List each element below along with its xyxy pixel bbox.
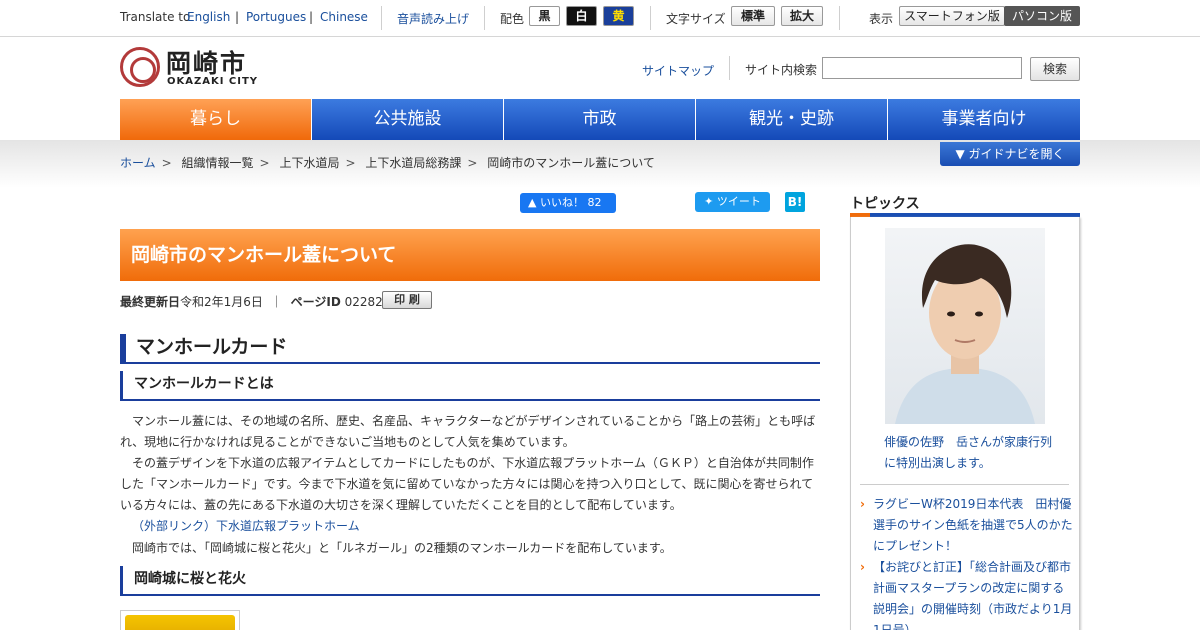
voice-reader-link[interactable]: 音声読み上げ xyxy=(397,10,469,27)
tweet-button[interactable]: ✦ ツイート xyxy=(695,192,770,212)
paragraph: その蓋デザインを下水道の広報アイテムとしてカードにしたものが、下水道広報プラット… xyxy=(120,456,814,512)
page-meta: 最終更新日令和2年1月6日 ｜ ページID 022824 xyxy=(120,293,390,310)
city-emblem-icon xyxy=(120,47,160,87)
page-title: 岡崎市のマンホール蓋について xyxy=(120,229,820,281)
manhole-card-image[interactable] xyxy=(120,610,240,630)
nav-tab-business[interactable]: 事業者向け xyxy=(888,99,1080,140)
breadcrumb: ホーム > 組織情報一覧 > 上下水道局 > 上下水道局総務課 > 岡崎市のマンホール蓋… xyxy=(120,154,659,171)
portrait-illustration xyxy=(895,244,1035,424)
topic-link[interactable]: › 【お詫びと訂正】「総合計画及び都市計画マスタープランの改定に関する説明会」の開… xyxy=(860,557,1075,630)
guide-navi-label: ガイドナビを開く xyxy=(968,147,1065,161)
breadcrumb-current: 岡崎市のマンホール蓋について xyxy=(487,156,655,170)
global-nav: 暮らし 公共施設 市政 観光・史跡 事業者向け xyxy=(120,99,1080,140)
utility-bar: Translate to English | Portugues | Chine… xyxy=(0,0,1200,37)
topic-link[interactable]: › ラグビーW杯2019日本代表 田村優選手のサイン色紙を抽選で5人のかたにプレゼ… xyxy=(860,494,1075,557)
lang-divider: | xyxy=(309,10,314,24)
logo-japanese: 岡崎市 xyxy=(166,49,248,78)
subsection-heading: 岡崎城に桜と花火 xyxy=(120,566,820,596)
guide-navi-button[interactable]: ▼ ガイドナビを開く xyxy=(940,142,1080,166)
lang-english-link[interactable]: English xyxy=(187,10,230,24)
nav-tab-city-government[interactable]: 市政 xyxy=(504,99,696,140)
divider xyxy=(484,6,485,30)
paragraph: 岡崎市では、「岡崎城に桜と花火」と「ルネガール」の2種類のマンホールカードを配布… xyxy=(132,541,672,555)
city-logo[interactable]: 岡崎市 OKAZAKI CITY xyxy=(120,47,260,89)
lang-divider: | xyxy=(235,10,240,24)
facebook-like-button[interactable]: ▲ いいね！ 82 xyxy=(520,193,616,213)
external-link-gkp[interactable]: （外部リンク）下水道広報プラットホーム xyxy=(132,517,360,534)
nav-tab-tourism[interactable]: 観光・史跡 xyxy=(696,99,888,140)
breadcrumb-separator: > xyxy=(467,156,478,170)
triangle-down-icon: ▼ xyxy=(955,147,969,161)
breadcrumb-separator: > xyxy=(345,156,356,170)
section-heading: マンホールカード xyxy=(120,334,820,364)
twitter-bird-icon: ✦ xyxy=(704,195,714,208)
meta-separator: ｜ xyxy=(270,295,283,309)
topics-divider xyxy=(860,484,1069,485)
tweet-label: ツイート xyxy=(716,195,761,208)
print-button[interactable]: 印 刷 xyxy=(382,291,432,309)
logo-english: OKAZAKI CITY xyxy=(167,76,259,87)
lang-portugues-link[interactable]: Portugues xyxy=(246,10,306,24)
nav-tab-living[interactable]: 暮らし xyxy=(120,99,312,140)
translate-label: Translate to xyxy=(120,10,191,24)
font-size-label: 文字サイズ xyxy=(666,12,726,26)
updated-label: 最終更新日 xyxy=(120,295,181,309)
divider xyxy=(381,6,382,30)
sitemap-link[interactable]: サイトマップ xyxy=(642,62,714,79)
topics-heading: トピックス xyxy=(850,196,920,212)
color-scheme-label: 配色 xyxy=(500,12,525,26)
smartphone-view-button[interactable]: スマートフォン版 xyxy=(899,6,1005,26)
breadcrumb-home[interactable]: ホーム xyxy=(120,156,156,170)
chevron-right-icon: › xyxy=(860,497,865,511)
thumbs-up-icon: ▲ xyxy=(528,196,537,209)
divider xyxy=(839,6,840,30)
breadcrumb-separator: > xyxy=(259,156,270,170)
breadcrumb-item[interactable]: 組織情報一覧 xyxy=(182,156,254,170)
chevron-right-icon: › xyxy=(860,560,865,574)
manhole-card-picture xyxy=(125,615,235,630)
topic-link-text: 【お詫びと訂正】「総合計画及び都市計画マスタープランの改定に関する説明会」の開催… xyxy=(873,560,1073,630)
font-size-large-button[interactable]: 拡大 xyxy=(781,6,823,26)
search-button[interactable]: 検索 xyxy=(1030,57,1080,81)
breadcrumb-item[interactable]: 上下水道局 xyxy=(279,156,339,170)
topic-link-text: ラグビーW杯2019日本代表 田村優選手のサイン色紙を抽選で5人のかたにプレゼン… xyxy=(873,497,1073,553)
paragraph: マンホール蓋には、その地域の名所、歴史、名産品、キャラクターなどがデザインされて… xyxy=(120,414,816,449)
pc-view-button[interactable]: パソコン版 xyxy=(1004,6,1080,26)
site-search-input[interactable] xyxy=(822,57,1022,79)
divider xyxy=(729,56,730,80)
site-search-label: サイト内検索 xyxy=(745,63,818,77)
topic-feature-caption[interactable]: 俳優の佐野 岳さんが家康行列に特別出演します。 xyxy=(884,432,1054,474)
color-black-button[interactable]: 黒 xyxy=(529,6,560,26)
divider xyxy=(650,6,651,30)
nav-tab-facilities[interactable]: 公共施設 xyxy=(312,99,504,140)
color-white-button[interactable]: 白 xyxy=(566,6,597,26)
actor-photo[interactable] xyxy=(885,228,1045,424)
lang-chinese-link[interactable]: Chinese xyxy=(320,10,368,24)
color-yellow-button[interactable]: 黄 xyxy=(603,6,634,26)
like-label: いいね！ 82 xyxy=(539,196,602,209)
updated-value: 令和2年1月6日 xyxy=(180,295,263,309)
subsection-heading: マンホールカードとは xyxy=(120,371,820,401)
breadcrumb-item[interactable]: 上下水道局総務課 xyxy=(365,156,461,170)
hatena-bookmark-button[interactable]: B! xyxy=(785,192,805,212)
font-size-normal-button[interactable]: 標準 xyxy=(731,6,775,26)
page-id-label: ページID xyxy=(290,295,341,309)
breadcrumb-separator: > xyxy=(161,156,172,170)
display-label: 表示 xyxy=(869,12,894,26)
